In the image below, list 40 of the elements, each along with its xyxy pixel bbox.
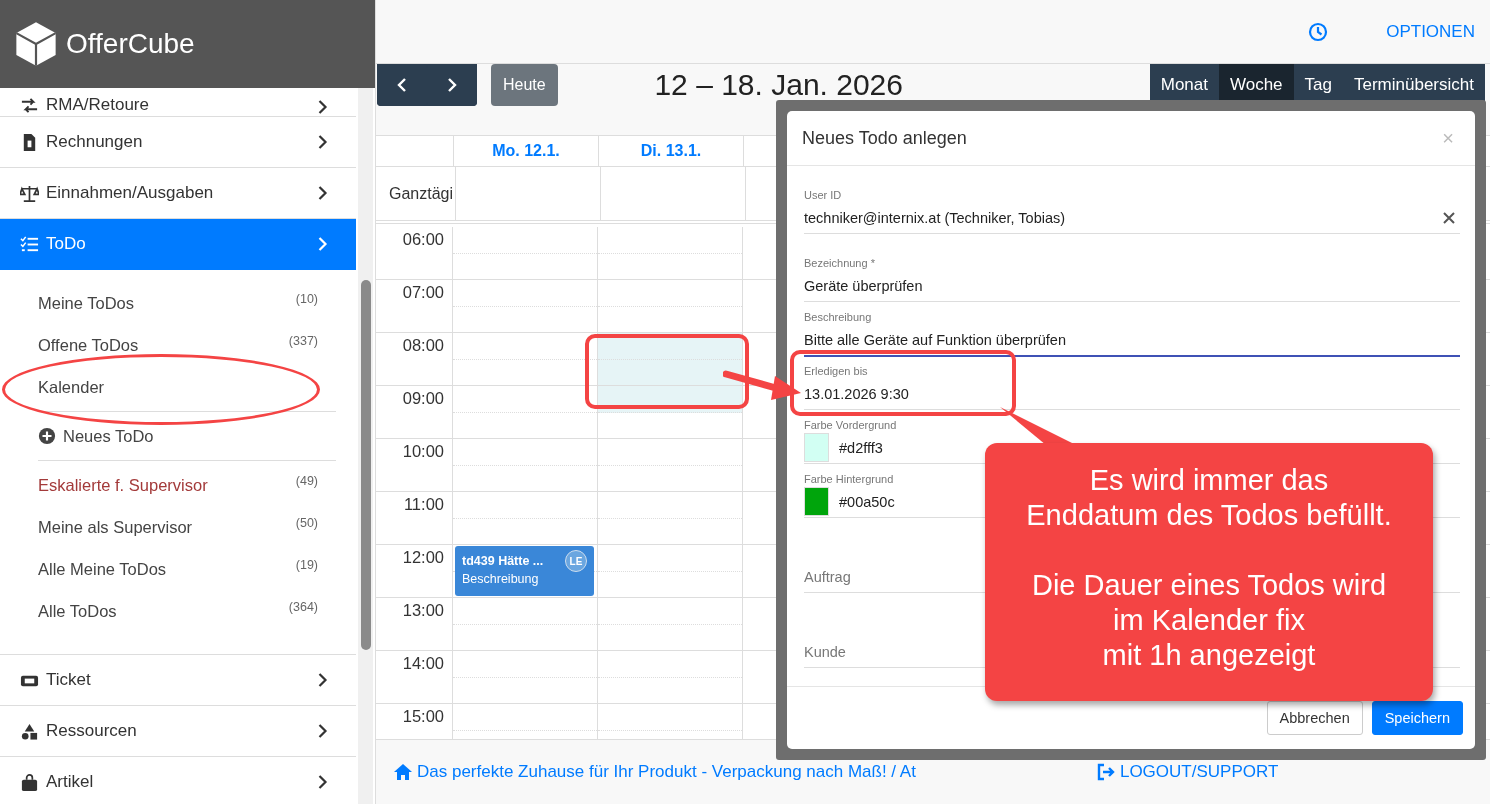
calendar-title: 12 – 18. Jan. 2026 xyxy=(653,67,904,102)
submenu-label: Meine als Supervisor xyxy=(38,517,194,537)
submenu-label: Neues ToDo xyxy=(63,426,155,446)
item-count: (364) xyxy=(288,600,319,614)
event-description: Beschreibung xyxy=(462,572,540,586)
submenu-label: Kalender xyxy=(38,377,106,397)
time-label: 06:00 xyxy=(376,227,453,279)
user-badge: LE xyxy=(565,550,587,572)
time-label: 07:00 xyxy=(376,280,453,332)
time-label: 11:00 xyxy=(376,492,453,544)
time-label: 15:00 xyxy=(376,704,453,739)
day-header: Di. 13.1. xyxy=(599,136,744,166)
field-label: Beschreibung xyxy=(804,311,872,324)
dialog-title: Neues Todo anlegen xyxy=(802,127,967,149)
field-label: Farbe Hintergrund xyxy=(804,473,894,486)
field-label: Bezeichnung * xyxy=(804,257,875,270)
field-label: Farbe Vordergrund xyxy=(804,419,897,432)
annotation-tooltip: Es wird immer das Enddatum des Todos befüllt. Die Dauer eines Todos wird im Kalender fix mit 1h angezeigt xyxy=(985,443,1433,701)
day-header: Mo. 12.1. xyxy=(454,136,599,166)
time-label: 10:00 xyxy=(376,439,453,491)
time-label: 13:00 xyxy=(376,598,453,650)
submenu-label: Meine ToDos xyxy=(38,293,135,313)
time-label: 14:00 xyxy=(376,651,453,703)
submenu-label: Alle ToDos xyxy=(38,601,118,621)
time-label: 12:00 xyxy=(376,545,453,597)
item-count: (50) xyxy=(295,516,319,530)
time-label: 09:00 xyxy=(376,386,453,438)
submenu-label: Eskalierte f. Supervisor xyxy=(38,475,209,495)
item-count: (10) xyxy=(295,292,319,306)
item-count: (337) xyxy=(288,334,319,348)
item-count: (19) xyxy=(295,558,319,572)
event-title: td439 Hätte ... xyxy=(462,554,544,568)
app-name: OfferCube xyxy=(66,28,195,60)
item-count: (49) xyxy=(295,474,319,488)
field-label: Erledigen bis xyxy=(804,365,868,378)
field-label: User ID xyxy=(804,189,842,202)
all-day-label: Ganztägi xyxy=(376,167,456,220)
submenu-label: Alle Meine ToDos xyxy=(38,559,168,579)
submenu-label: Offene ToDos xyxy=(38,335,140,355)
time-label: 08:00 xyxy=(376,333,453,385)
